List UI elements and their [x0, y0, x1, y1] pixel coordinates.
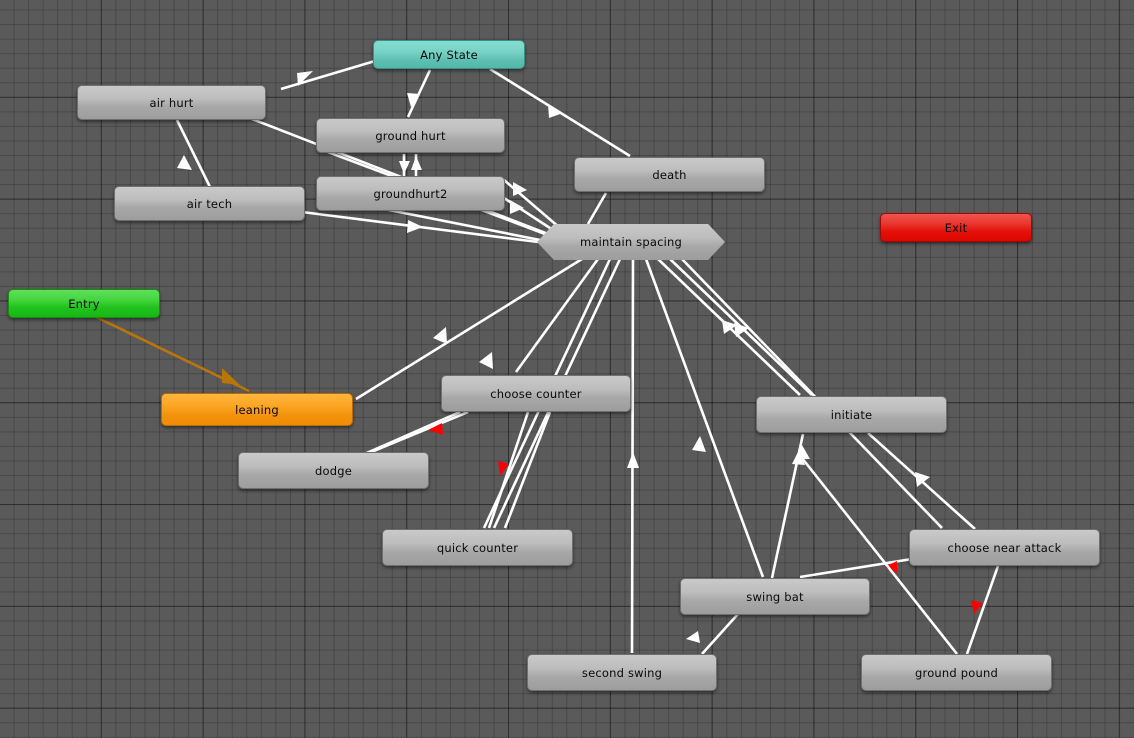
state-label: Entry — [68, 296, 100, 311]
hexagon-shape — [537, 224, 725, 260]
animator-graph-canvas[interactable]: Any State air hurt ground hurt death air… — [0, 0, 1134, 738]
state-label: second swing — [581, 665, 663, 680]
state-label: Exit — [944, 220, 968, 235]
state-node-exit[interactable]: Exit — [880, 213, 1032, 242]
state-node-ground-pound[interactable]: ground pound — [861, 654, 1052, 691]
state-node-choose-counter[interactable]: choose counter — [441, 375, 631, 412]
state-label: initiate — [830, 407, 873, 422]
state-label: groundhurt2 — [373, 186, 448, 201]
state-label: swing bat — [746, 589, 804, 604]
state-label: air tech — [186, 196, 233, 211]
state-node-air-hurt[interactable]: air hurt — [77, 85, 266, 120]
state-label: air hurt — [149, 95, 194, 110]
state-label: Any State — [420, 47, 478, 62]
state-label: ground pound — [915, 665, 998, 680]
state-node-second-swing[interactable]: second swing — [527, 654, 717, 691]
state-node-groundhurt2[interactable]: groundhurt2 — [316, 176, 505, 211]
state-node-swing-bat[interactable]: swing bat — [680, 578, 870, 615]
state-node-choose-near-attack[interactable]: choose near attack — [909, 529, 1100, 566]
state-node-initiate[interactable]: initiate — [756, 396, 947, 433]
state-node-leaning[interactable]: leaning — [161, 393, 353, 426]
state-label: leaning — [235, 402, 279, 417]
state-label: choose near attack — [947, 540, 1062, 555]
state-label: dodge — [314, 463, 352, 478]
state-label: choose counter — [490, 386, 582, 401]
state-node-entry[interactable]: Entry — [8, 289, 160, 318]
state-node-dodge[interactable]: dodge — [238, 452, 429, 489]
state-node-any-state[interactable]: Any State — [373, 40, 525, 69]
state-node-quick-counter[interactable]: quick counter — [382, 529, 573, 566]
state-label: death — [652, 167, 687, 182]
state-node-air-tech[interactable]: air tech — [114, 186, 305, 221]
state-node-death[interactable]: death — [574, 157, 765, 192]
state-label: ground hurt — [375, 128, 446, 143]
state-node-maintain-spacing[interactable]: maintain spacing — [537, 224, 725, 260]
state-node-ground-hurt[interactable]: ground hurt — [316, 118, 505, 153]
state-label: quick counter — [436, 540, 519, 555]
